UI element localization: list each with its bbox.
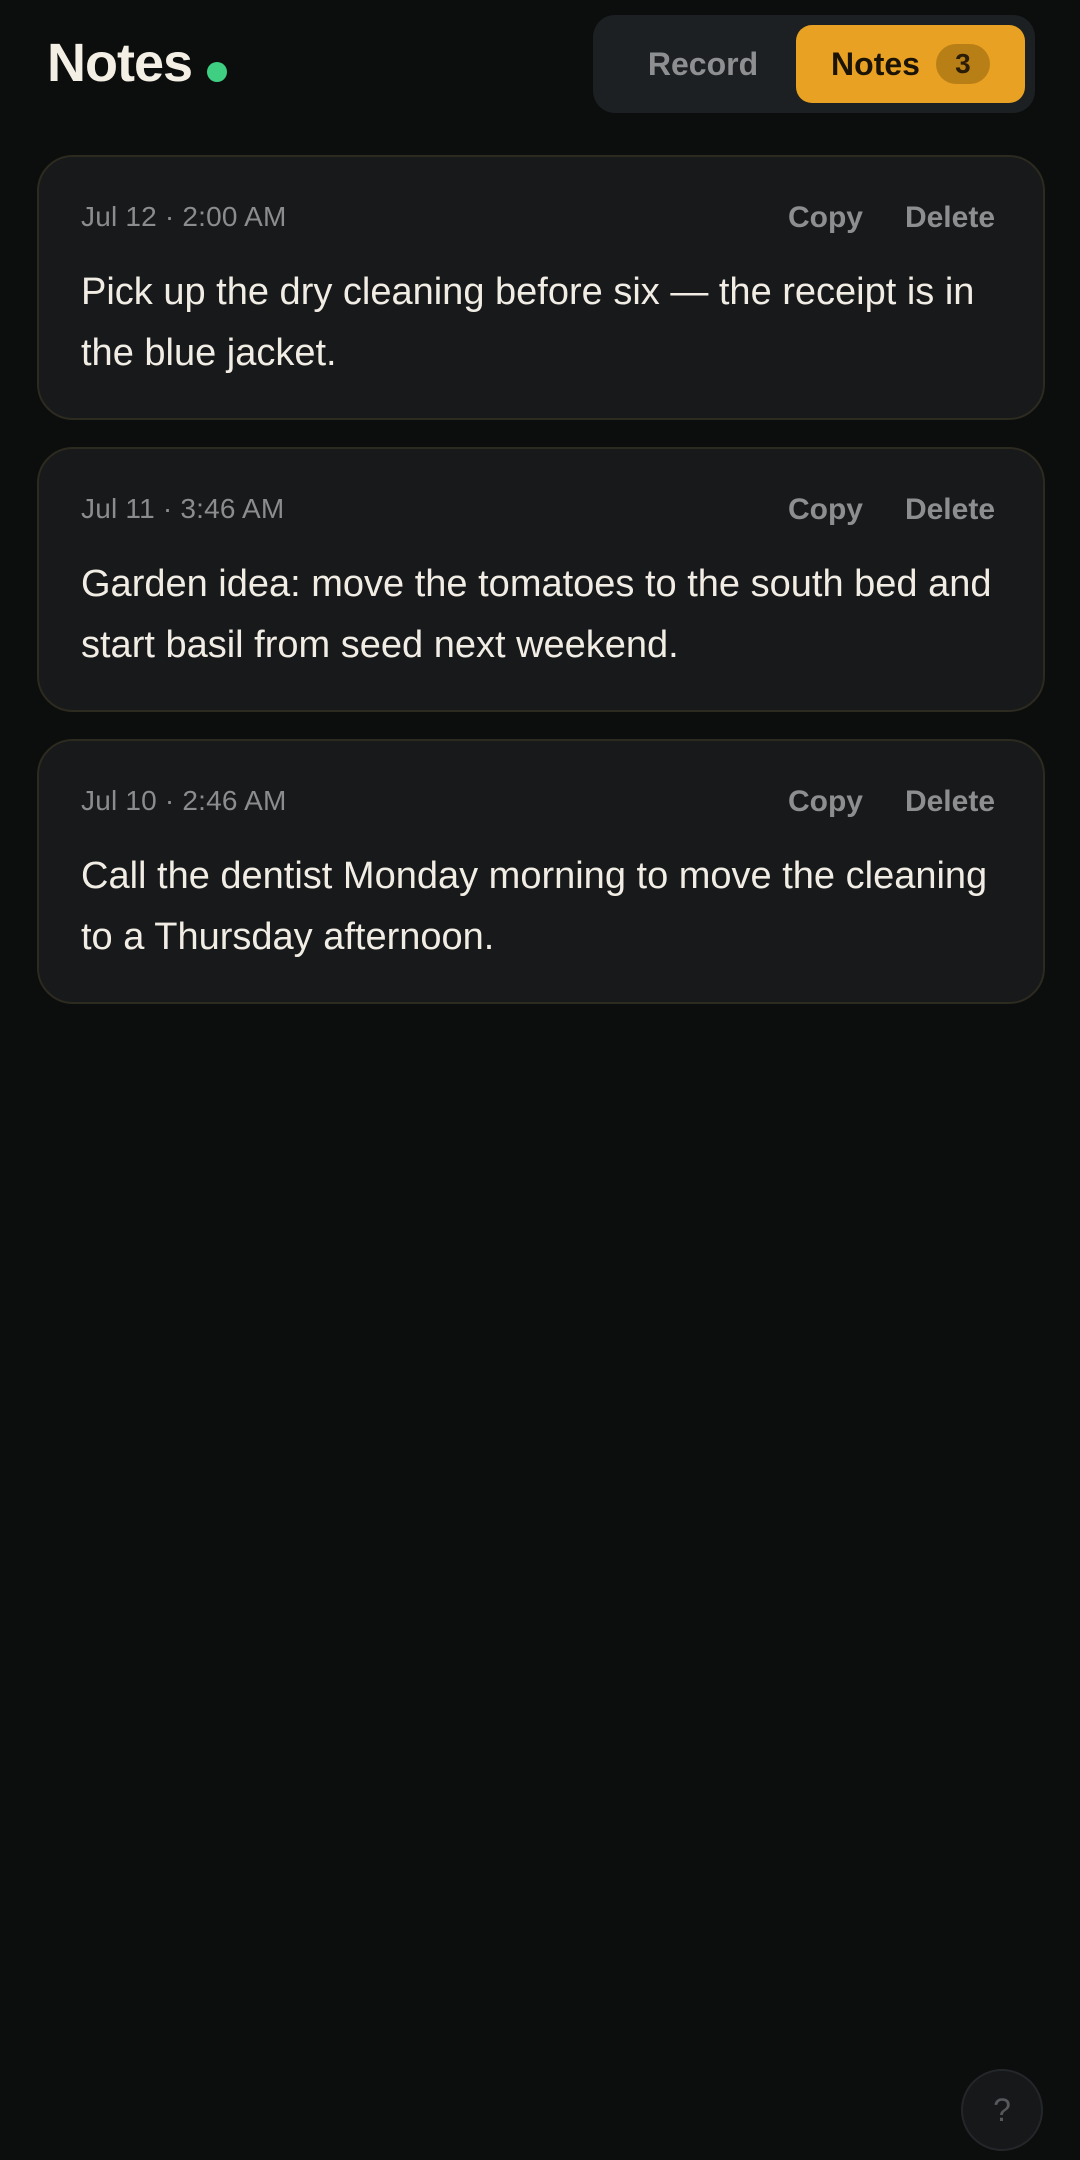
delete-button[interactable]: Delete: [905, 785, 995, 819]
note-card: Jul 10 · 2:46 AM Copy Delete Call the de…: [37, 739, 1045, 1004]
notes-list: Jul 12 · 2:00 AM Copy Delete Pick up the…: [37, 155, 1045, 1031]
note-actions: Copy Delete: [788, 493, 995, 527]
note-actions: Copy Delete: [788, 201, 995, 235]
view-switcher: Record Notes 3: [593, 15, 1035, 113]
delete-button[interactable]: Delete: [905, 493, 995, 527]
note-text: Pick up the dry cleaning before six — th…: [81, 271, 975, 374]
header: Notes Record Notes 3: [0, 0, 1080, 128]
delete-button[interactable]: Delete: [905, 201, 995, 235]
tab-notes[interactable]: Notes 3: [796, 25, 1025, 103]
note-timestamp: Jul 11 · 3:46 AM: [81, 493, 285, 524]
note-card: Jul 11 · 3:46 AM Copy Delete Garden idea…: [37, 447, 1045, 712]
page-title: Notes: [47, 33, 193, 93]
copy-button[interactable]: Copy: [788, 785, 863, 819]
note-text: Call the dentist Monday morning to move …: [81, 855, 988, 958]
tab-notes-label: Notes: [831, 45, 920, 82]
note-card: Jul 12 · 2:00 AM Copy Delete Pick up the…: [37, 155, 1045, 420]
help-button[interactable]: ?: [961, 2069, 1043, 2151]
status-indicator: [207, 62, 227, 82]
note-timestamp: Jul 12 · 2:00 AM: [81, 201, 287, 232]
app: Notes Record Notes 3 Jul 12 · 2:00 AM Co…: [0, 0, 1080, 2160]
copy-button[interactable]: Copy: [788, 493, 863, 527]
copy-button[interactable]: Copy: [788, 201, 863, 235]
note-timestamp: Jul 10 · 2:46 AM: [81, 785, 287, 816]
tab-record[interactable]: Record: [603, 25, 803, 103]
note-text: Garden idea: move the tomatoes to the so…: [81, 563, 992, 666]
note-actions: Copy Delete: [788, 785, 995, 819]
help-icon: ?: [993, 2091, 1011, 2128]
notes-count-badge: 3: [935, 44, 990, 84]
